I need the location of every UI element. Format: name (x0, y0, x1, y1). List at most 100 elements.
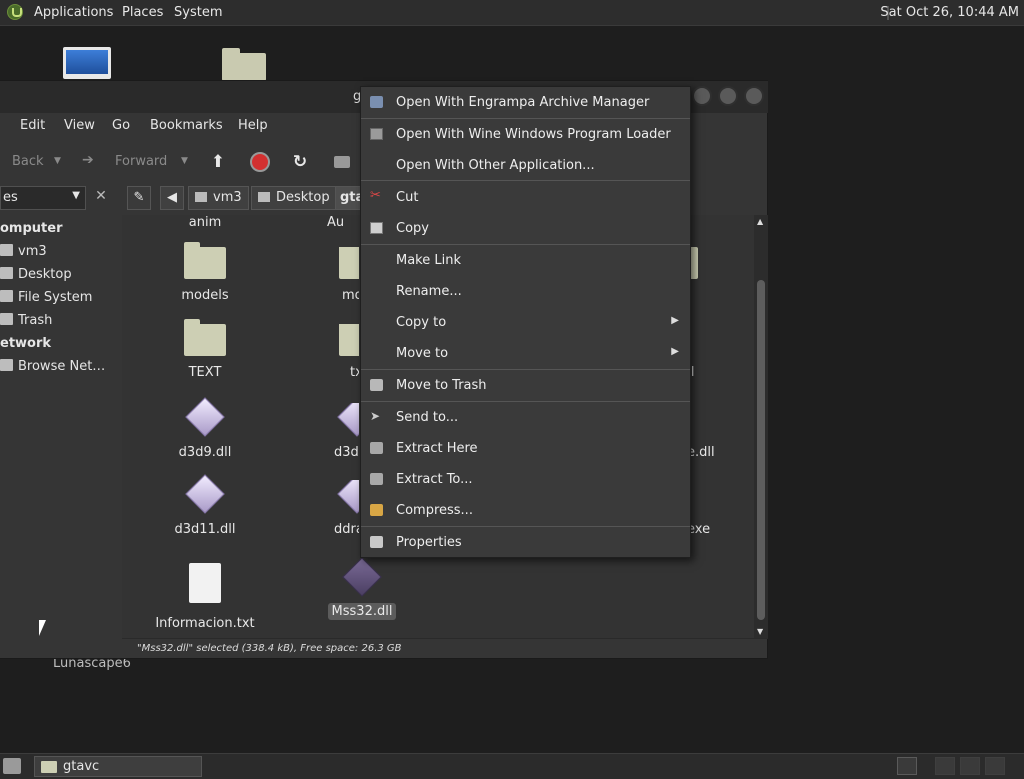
file-item-mss32[interactable]: Mss32.dll (312, 557, 412, 620)
sidebar-item-desktop[interactable]: Desktop (0, 267, 72, 282)
menu-item-move-to[interactable]: Move to ▶ (361, 338, 690, 368)
menu-item-copy-to[interactable]: Copy to ▶ (361, 307, 690, 337)
bottom-panel: gtavc (0, 753, 1024, 779)
dll-file-icon (185, 474, 225, 514)
menu-view[interactable]: View (64, 118, 95, 133)
mate-logo-icon[interactable] (7, 4, 23, 20)
workspace-3[interactable] (960, 757, 980, 775)
compress-icon (370, 504, 383, 516)
workspace-1[interactable] (897, 757, 917, 775)
status-bar: "Mss32.dll" selected (338.4 kB), Free sp… (122, 638, 768, 661)
folder-desktop-icon[interactable] (222, 48, 266, 81)
back-button[interactable]: Back (12, 154, 44, 169)
menu-item-open-wine[interactable]: Open With Wine Windows Program Loader (361, 119, 690, 149)
menu-item-label: Compress... (396, 503, 473, 518)
breadcrumb-desktop[interactable]: Desktop (251, 186, 337, 210)
folder-icon (41, 761, 57, 773)
edit-location-icon[interactable]: ✎ (127, 186, 151, 210)
scrollbar[interactable]: ▲ ▼ (754, 215, 768, 638)
trash-icon (0, 313, 13, 325)
dll-file-icon (185, 397, 225, 437)
menu-item-label: Open With Wine Windows Program Loader (396, 127, 671, 142)
places-menu[interactable]: Places (122, 0, 163, 25)
close-sidebar-icon[interactable]: ✕ (92, 188, 110, 204)
menu-item-move-to-trash[interactable]: Move to Trash (361, 370, 690, 400)
file-item-d3d11[interactable]: d3d11.dll (155, 474, 255, 537)
sidebar-item-file-system[interactable]: File System (0, 290, 92, 305)
breadcrumb-left-icon[interactable]: ◀ (160, 186, 184, 210)
sidebar-item-browse-network[interactable]: Browse Net… (0, 359, 105, 374)
chevron-down-icon: ▼ (72, 190, 80, 201)
breadcrumb-vm3[interactable]: vm3 (188, 186, 249, 210)
file-item-models[interactable]: models (155, 242, 255, 303)
forward-dropdown-icon[interactable]: ▼ (181, 156, 188, 166)
menu-item-label: Copy to (396, 315, 447, 330)
sidebar-item-label: vm3 (18, 244, 47, 259)
menu-item-open-other[interactable]: Open With Other Application... (361, 150, 690, 180)
reload-icon[interactable]: ↻ (289, 151, 311, 173)
submenu-arrow-icon: ▶ (671, 315, 679, 326)
stop-button[interactable] (249, 151, 271, 173)
menu-item-compress[interactable]: Compress... (361, 495, 690, 525)
scroll-up-icon[interactable]: ▲ (757, 217, 763, 226)
file-label: TEXT (188, 365, 222, 380)
file-label: tx (350, 365, 359, 380)
menu-item-properties[interactable]: Properties (361, 527, 690, 557)
up-icon[interactable]: ⬆ (207, 151, 229, 173)
back-dropdown-icon[interactable]: ▼ (54, 156, 61, 166)
menu-item-rename[interactable]: Rename... (361, 276, 690, 306)
dll-file-icon (337, 480, 359, 514)
workspace-4[interactable] (985, 757, 1005, 775)
submenu-arrow-icon: ▶ (671, 346, 679, 357)
computer-desktop-icon[interactable] (63, 47, 111, 79)
sidebar-item-trash[interactable]: Trash (0, 313, 52, 328)
menu-item-make-link[interactable]: Make Link (361, 245, 690, 275)
file-item-e-dll[interactable]: e.dll (685, 403, 725, 460)
context-menu: Open With Engrampa Archive Manager Open … (360, 86, 691, 558)
menu-bookmarks[interactable]: Bookmarks (150, 118, 223, 133)
menu-item-label: Copy (396, 221, 429, 236)
network-icon (0, 359, 13, 371)
trash-icon (370, 379, 383, 391)
file-item-anim[interactable]: anim (155, 215, 255, 230)
menu-go[interactable]: Go (112, 118, 130, 133)
file-item-ddra[interactable]: ddra (327, 480, 359, 537)
taskbar-button-gtavc[interactable]: gtavc (34, 756, 202, 777)
places-combo[interactable]: es ▼ (0, 186, 86, 210)
system-menu[interactable]: System (174, 0, 222, 25)
menu-item-label: Make Link (396, 253, 461, 268)
scroll-down-icon[interactable]: ▼ (757, 627, 763, 636)
minimize-icon[interactable] (692, 86, 712, 106)
copy-icon (370, 222, 383, 234)
menu-item-open-engrampa[interactable]: Open With Engrampa Archive Manager (361, 87, 690, 117)
home-icon[interactable] (331, 151, 353, 173)
menu-item-send-to[interactable]: ➤ Send to... (361, 402, 690, 432)
menu-item-copy[interactable]: Copy (361, 213, 690, 243)
menu-help[interactable]: Help (238, 118, 268, 133)
forward-button[interactable]: Forward (115, 154, 167, 169)
file-item-informacion[interactable]: Informacion.txt (155, 563, 255, 631)
sidebar-item-vm3[interactable]: vm3 (0, 244, 47, 259)
file-item-text[interactable]: TEXT (155, 319, 255, 380)
applications-menu[interactable]: Applications (34, 0, 113, 25)
file-label: d3d9.dll (178, 445, 232, 460)
clock[interactable]: Sat Oct 26, 10:44 AM (880, 0, 1019, 25)
menu-item-extract-here[interactable]: Extract Here (361, 433, 690, 463)
file-label: d3d (334, 445, 359, 460)
close-icon[interactable] (744, 86, 764, 106)
file-item-tx[interactable]: tx (319, 324, 359, 380)
file-item-d3d9[interactable]: d3d9.dll (155, 397, 255, 460)
file-label: e.dll (687, 445, 715, 460)
file-label: mo (342, 288, 359, 303)
top-panel: Applications Places System Sat Oct 26, 1… (0, 0, 1024, 26)
workspace-2[interactable] (935, 757, 955, 775)
scrollbar-thumb[interactable] (757, 280, 765, 620)
menu-item-extract-to[interactable]: Extract To... (361, 464, 690, 494)
file-item-d3d[interactable]: d3d (327, 403, 359, 460)
file-item-mo[interactable]: mo (319, 247, 359, 303)
show-desktop-icon[interactable] (3, 758, 21, 774)
menu-item-cut[interactable]: ✂ Cut (361, 182, 690, 212)
menu-edit[interactable]: Edit (20, 118, 45, 133)
folder-icon (184, 242, 226, 279)
maximize-icon[interactable] (718, 86, 738, 106)
